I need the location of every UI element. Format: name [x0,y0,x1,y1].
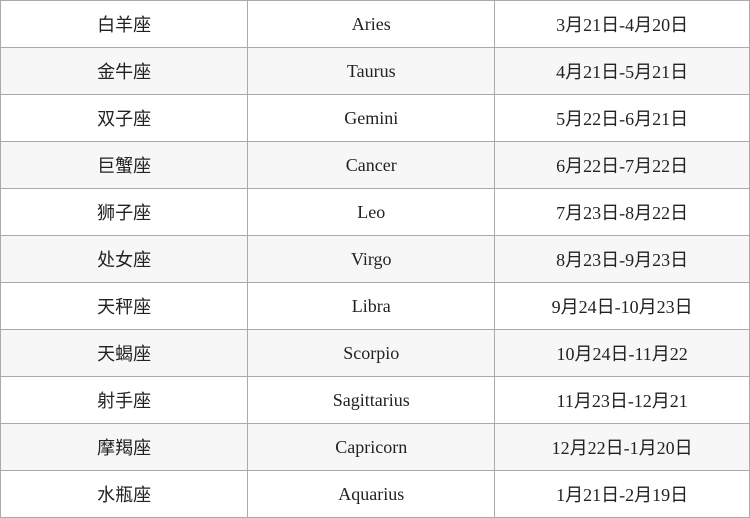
cell-english: Capricorn [248,424,495,471]
cell-chinese: 金牛座 [1,48,248,95]
cell-dates: 5月22日-6月21日 [495,95,750,142]
cell-dates: 1月21日-2月19日 [495,471,750,518]
table-row: 双子座Gemini5月22日-6月21日 [1,95,750,142]
table-row: 射手座Sagittarius11月23日-12月21 [1,377,750,424]
table-row: 金牛座Taurus4月21日-5月21日 [1,48,750,95]
cell-dates: 9月24日-10月23日 [495,283,750,330]
cell-english: Cancer [248,142,495,189]
cell-english: Scorpio [248,330,495,377]
cell-chinese: 巨蟹座 [1,142,248,189]
table-row: 天蝎座Scorpio10月24日-11月22 [1,330,750,377]
cell-english: Aries [248,1,495,48]
table-row: 天秤座Libra9月24日-10月23日 [1,283,750,330]
cell-chinese: 狮子座 [1,189,248,236]
cell-chinese: 白羊座 [1,1,248,48]
cell-english: Leo [248,189,495,236]
cell-chinese: 水瓶座 [1,471,248,518]
table-row: 水瓶座Aquarius1月21日-2月19日 [1,471,750,518]
cell-english: Aquarius [248,471,495,518]
cell-chinese: 射手座 [1,377,248,424]
cell-english: Sagittarius [248,377,495,424]
cell-dates: 12月22日-1月20日 [495,424,750,471]
cell-dates: 6月22日-7月22日 [495,142,750,189]
cell-english: Virgo [248,236,495,283]
cell-chinese: 天蝎座 [1,330,248,377]
cell-chinese: 处女座 [1,236,248,283]
zodiac-table-container: 白羊座Aries3月21日-4月20日金牛座Taurus4月21日-5月21日双… [0,0,750,518]
table-row: 处女座Virgo8月23日-9月23日 [1,236,750,283]
table-row: 摩羯座Capricorn12月22日-1月20日 [1,424,750,471]
cell-english: Gemini [248,95,495,142]
cell-dates: 10月24日-11月22 [495,330,750,377]
table-row: 白羊座Aries3月21日-4月20日 [1,1,750,48]
zodiac-table: 白羊座Aries3月21日-4月20日金牛座Taurus4月21日-5月21日双… [0,0,750,518]
cell-dates: 3月21日-4月20日 [495,1,750,48]
cell-chinese: 双子座 [1,95,248,142]
cell-dates: 4月21日-5月21日 [495,48,750,95]
cell-english: Taurus [248,48,495,95]
table-row: 狮子座Leo7月23日-8月22日 [1,189,750,236]
cell-chinese: 天秤座 [1,283,248,330]
cell-dates: 7月23日-8月22日 [495,189,750,236]
cell-dates: 11月23日-12月21 [495,377,750,424]
cell-english: Libra [248,283,495,330]
cell-chinese: 摩羯座 [1,424,248,471]
cell-dates: 8月23日-9月23日 [495,236,750,283]
table-row: 巨蟹座Cancer6月22日-7月22日 [1,142,750,189]
